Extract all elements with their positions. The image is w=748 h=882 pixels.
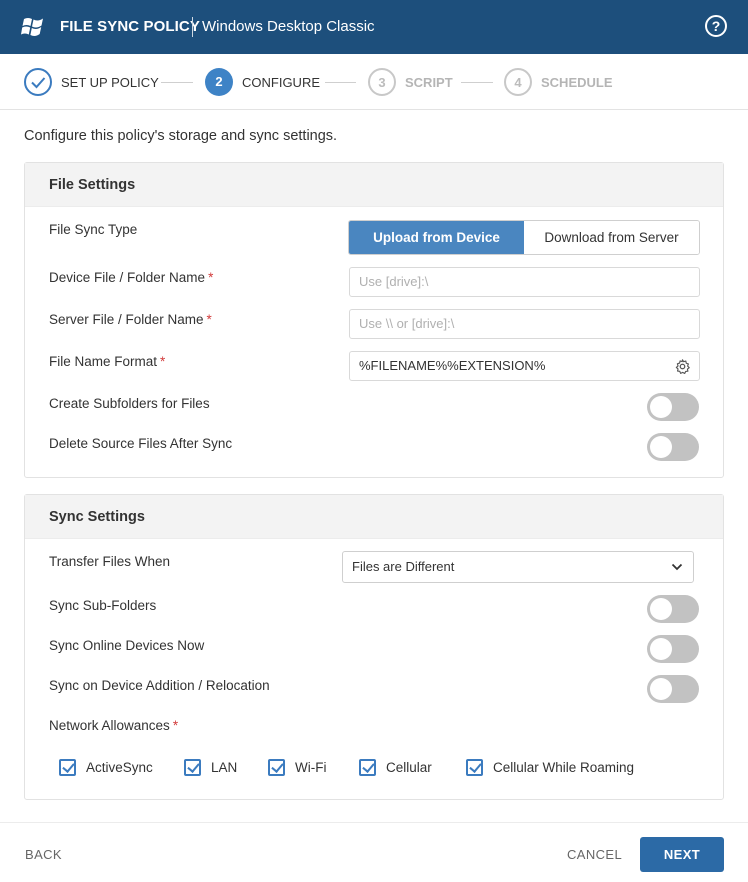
device-file-input[interactable]: Use [drive]:\ (349, 267, 700, 297)
checkbox-checked-icon (268, 759, 285, 776)
sync-subfolders-toggle[interactable] (647, 595, 699, 623)
step-3-number[interactable]: 3 (368, 68, 396, 96)
network-lan-checkbox[interactable]: LAN (184, 759, 237, 776)
delete-source-label: Delete Source Files After Sync (49, 436, 233, 451)
checkbox-checked-icon (359, 759, 376, 776)
next-button[interactable]: NEXT (640, 837, 724, 872)
delete-source-toggle[interactable] (647, 433, 699, 461)
network-activesync-checkbox[interactable]: ActiveSync (59, 759, 153, 776)
file-name-format-label: File Name Format * (49, 354, 166, 369)
chevron-down-icon (671, 563, 683, 571)
file-settings-title: File Settings (25, 163, 723, 207)
step-connector (461, 82, 493, 83)
network-cellular-roaming-checkbox[interactable]: Cellular While Roaming (466, 759, 634, 776)
cancel-button[interactable]: CANCEL (567, 847, 622, 862)
wizard-footer: BACK CANCEL NEXT (0, 822, 748, 882)
network-cellular-checkbox[interactable]: Cellular (359, 759, 432, 776)
network-allowances-label: Network Allowances * (49, 718, 179, 733)
file-name-format-input[interactable]: %FILENAME%%EXTENSION% (349, 351, 700, 381)
server-file-input[interactable]: Use \\ or [drive]:\ (349, 309, 700, 339)
sync-settings-title: Sync Settings (25, 495, 723, 539)
page-title: FILE SYNC POLICY (60, 18, 200, 35)
create-subfolders-toggle[interactable] (647, 393, 699, 421)
checkbox-checked-icon (59, 759, 76, 776)
step-1-label[interactable]: SET UP POLICY (61, 75, 159, 90)
create-subfolders-label: Create Subfolders for Files (49, 396, 210, 411)
step-connector (325, 82, 356, 83)
windows-logo-icon (21, 18, 43, 37)
step-connector (161, 82, 193, 83)
step-4-label[interactable]: SCHEDULE (541, 75, 613, 90)
server-file-label: Server File / Folder Name * (49, 312, 212, 327)
upload-from-device-option[interactable]: Upload from Device (349, 221, 524, 254)
sync-subfolders-label: Sync Sub-Folders (49, 598, 157, 613)
file-settings-panel: File Settings File Sync Type Upload from… (24, 162, 724, 478)
sync-online-label: Sync Online Devices Now (49, 638, 205, 653)
file-sync-type-label: File Sync Type (49, 222, 138, 237)
platform-subtitle: Windows Desktop Classic (202, 18, 375, 35)
wizard-stepper: SET UP POLICY 2 CONFIGURE 3 SCRIPT 4 SCH… (0, 54, 748, 110)
app-header: FILE SYNC POLICY Windows Desktop Classic… (0, 0, 748, 54)
back-button[interactable]: BACK (25, 847, 62, 862)
sync-online-toggle[interactable] (647, 635, 699, 663)
step-4-number[interactable]: 4 (504, 68, 532, 96)
step-3-label[interactable]: SCRIPT (405, 75, 453, 90)
sync-addition-label: Sync on Device Addition / Relocation (49, 678, 270, 693)
file-sync-type-segmented: Upload from Device Download from Server (348, 220, 700, 255)
download-from-server-option[interactable]: Download from Server (524, 221, 699, 254)
title-divider (192, 17, 193, 37)
sync-addition-toggle[interactable] (647, 675, 699, 703)
intro-text: Configure this policy's storage and sync… (24, 128, 338, 144)
network-wifi-checkbox[interactable]: Wi-Fi (268, 759, 326, 776)
step-2-label[interactable]: CONFIGURE (242, 75, 320, 90)
transfer-files-select[interactable]: Files are Different (342, 551, 694, 583)
device-file-label: Device File / Folder Name * (49, 270, 214, 285)
step-1-check-icon[interactable] (24, 68, 52, 96)
question-circle-icon[interactable]: ? (705, 15, 727, 37)
transfer-files-label: Transfer Files When (49, 554, 171, 569)
checkbox-checked-icon (184, 759, 201, 776)
step-2-number[interactable]: 2 (205, 68, 233, 96)
checkbox-checked-icon (466, 759, 483, 776)
gear-icon[interactable] (674, 358, 691, 375)
sync-settings-panel: Sync Settings Transfer Files When Files … (24, 494, 724, 800)
